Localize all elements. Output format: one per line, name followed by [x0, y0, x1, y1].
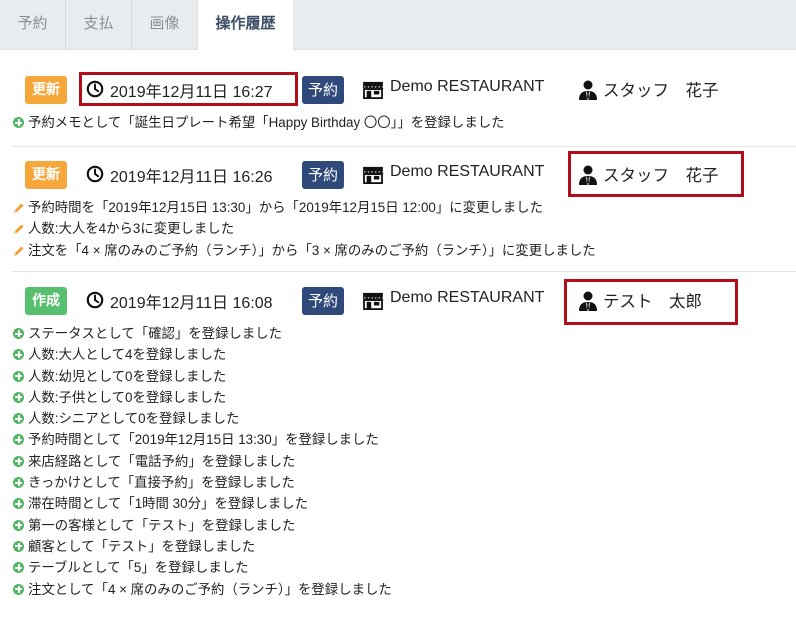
tab-reservation[interactable]: 予約	[0, 0, 66, 50]
highlight-box	[564, 279, 738, 325]
change-text: 第一の客様として「テスト」を登録しました	[28, 517, 296, 533]
plus-circle-icon	[13, 370, 24, 382]
restaurant-name: Demo RESTAURANT	[390, 289, 545, 306]
plus-circle-icon	[13, 562, 24, 574]
change-item: 人数:シニアとして0を登録しました	[12, 408, 796, 429]
change-text: きっかけとして「直接予約」を登録しました	[28, 475, 295, 491]
change-item: テーブルとして「5」を登録しました	[12, 557, 796, 578]
change-text: 人数:大人を4から3に変更しました	[28, 221, 235, 237]
plus-circle-icon	[13, 413, 24, 425]
change-item: 注文として「4 × 席のみのご予約（ランチ）」を登録しました	[12, 579, 796, 600]
update-badge: 更新	[25, 76, 67, 104]
tab-payment[interactable]: 支払	[66, 0, 132, 50]
change-text: 人数:シニアとして0を登録しました	[28, 411, 240, 427]
restaurant-icon	[362, 166, 384, 184]
change-item: 第一の客様として「テスト」を登録しました	[12, 515, 796, 536]
plus-circle-icon	[13, 434, 24, 446]
entry-datetime: 2019年12月11日 16:26	[110, 169, 273, 186]
update-badge: 更新	[25, 161, 67, 189]
change-list: 予約時間を「2019年12月15日 13:30」から「2019年12月15日 1…	[12, 197, 796, 261]
change-list: 予約メモとして「誕生日プレート希望「Happy Birthday 〇〇」」を登録…	[12, 112, 796, 133]
restaurant-icon	[362, 81, 384, 99]
reservation-tag: 予約	[302, 76, 345, 104]
plus-circle-icon	[13, 455, 24, 467]
change-item: 顧客として「テスト」を登録しました	[12, 536, 796, 557]
entry-datetime: 2019年12月11日 16:08	[110, 295, 273, 312]
change-item: 滞在時間として「1時間 30分」を登録しました	[12, 493, 796, 514]
history-entry: 作成 2019年12月11日 16:08 予約 Demo RESTAURANT …	[12, 279, 796, 605]
tab-operation-history[interactable]: 操作履歴	[198, 0, 293, 51]
change-text: ステータスとして「確認」を登録しました	[28, 326, 283, 341]
highlight-box	[79, 72, 298, 106]
change-item: 来店経路として「電話予約」を登録しました	[12, 451, 796, 472]
plus-circle-icon	[13, 477, 24, 489]
change-item: 予約時間として「2019年12月15日 13:30」を登録しました	[12, 429, 796, 450]
change-text: 来店経路として「電話予約」を登録しました	[28, 453, 296, 469]
staff-icon	[579, 80, 597, 100]
change-text: 顧客として「テスト」を登録しました	[28, 538, 256, 554]
restaurant-name: Demo RESTAURANT	[390, 78, 545, 95]
change-list: ステータスとして「確認」を登録しました 人数:大人として4を登録しました 人数:…	[12, 323, 796, 600]
change-item: 予約メモとして「誕生日プレート希望「Happy Birthday 〇〇」」を登録…	[12, 112, 796, 133]
reservation-tag: 予約	[302, 161, 345, 189]
change-text: 注文を「4 × 席のみのご予約（ランチ）」から「3 × 席のみのご予約（ランチ）…	[28, 242, 596, 258]
change-item: 注文を「4 × 席のみのご予約（ランチ）」から「3 × 席のみのご予約（ランチ）…	[12, 240, 796, 261]
restaurant-name: Demo RESTAURANT	[390, 163, 545, 180]
pencil-icon	[14, 224, 24, 235]
pencil-icon	[14, 246, 24, 256]
clock-icon	[86, 165, 104, 183]
change-text: 人数:幼児として0を登録しました	[28, 368, 227, 384]
entry-divider	[12, 271, 796, 272]
clock-icon	[86, 291, 104, 309]
plus-circle-icon	[13, 519, 24, 531]
plus-circle-icon	[13, 117, 24, 128]
change-text: 予約メモとして「誕生日プレート希望「Happy Birthday 〇〇」」を登録…	[28, 115, 505, 130]
change-item: 予約時間を「2019年12月15日 13:30」から「2019年12月15日 1…	[12, 197, 796, 218]
tab-bar: 予約 支払 画像 操作履歴	[0, 0, 796, 51]
plus-circle-icon	[13, 328, 24, 339]
change-text: テーブルとして「5」を登録しました	[28, 560, 249, 576]
plus-circle-icon	[13, 583, 24, 595]
entry-divider	[12, 146, 796, 147]
plus-circle-icon	[13, 498, 24, 510]
change-text: 予約時間を「2019年12月15日 13:30」から「2019年12月15日 1…	[28, 200, 543, 215]
change-text: 人数:大人として4を登録しました	[28, 347, 227, 363]
create-badge: 作成	[25, 287, 67, 315]
reservation-tag: 予約	[302, 287, 345, 315]
history-entry: 更新 2019年12月11日 16:27 予約 Demo RESTAURANT …	[12, 72, 796, 144]
change-text: 注文として「4 × 席のみのご予約（ランチ）」を登録しました	[28, 581, 392, 597]
tab-images[interactable]: 画像	[132, 0, 198, 50]
plus-circle-icon	[13, 540, 24, 552]
pencil-icon	[14, 203, 24, 213]
change-text: 人数:子供として0を登録しました	[28, 389, 227, 405]
change-item: 人数:子供として0を登録しました	[12, 387, 796, 408]
change-text: 滞在時間として「1時間 30分」を登録しました	[28, 496, 309, 512]
change-item: 人数:大人を4から3に変更しました	[12, 218, 796, 239]
history-entry: 更新 2019年12月11日 16:26 予約 Demo RESTAURANT …	[12, 151, 796, 267]
staff-name: スタッフ 花子	[603, 82, 719, 100]
change-item: ステータスとして「確認」を登録しました	[12, 323, 796, 344]
change-item: 人数:幼児として0を登録しました	[12, 366, 796, 387]
highlight-box	[568, 151, 744, 197]
change-item: 人数:大人として4を登録しました	[12, 344, 796, 365]
plus-circle-icon	[13, 391, 24, 403]
change-item: きっかけとして「直接予約」を登録しました	[12, 472, 796, 493]
change-text: 予約時間として「2019年12月15日 13:30」を登録しました	[28, 432, 379, 448]
plus-circle-icon	[13, 349, 24, 361]
restaurant-icon	[362, 292, 384, 310]
